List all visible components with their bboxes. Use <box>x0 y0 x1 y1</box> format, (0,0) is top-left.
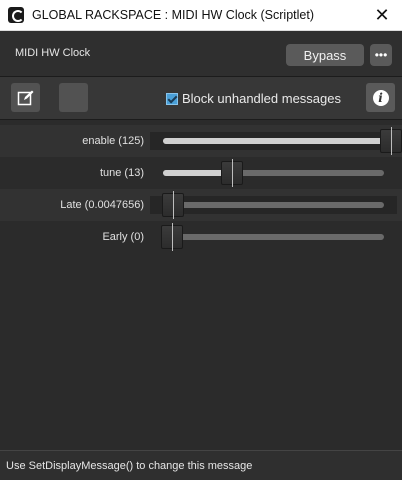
slider-thumb[interactable] <box>162 191 185 219</box>
parameter-list: enable (125) tune (13) Late (0.0047656) … <box>0 125 402 253</box>
checkbox-label: Block unhandled messages <box>182 91 341 106</box>
info-icon: i <box>372 89 389 106</box>
param-label: enable (125) <box>82 135 144 147</box>
param-slider[interactable] <box>163 159 384 187</box>
param-slider[interactable] <box>163 127 402 155</box>
app-icon <box>8 7 24 23</box>
title-bar: GLOBAL RACKSPACE : MIDI HW Clock (Script… <box>0 0 402 31</box>
edit-icon <box>17 90 33 105</box>
slider-thumb[interactable] <box>221 159 244 187</box>
status-message: Use SetDisplayMessage() to change this m… <box>6 460 253 472</box>
status-bar: Use SetDisplayMessage() to change this m… <box>0 450 402 480</box>
param-slider[interactable] <box>161 223 384 251</box>
slider-thumb[interactable] <box>379 127 402 155</box>
bypass-button[interactable]: Bypass <box>286 44 364 66</box>
param-row: tune (13) <box>0 157 402 189</box>
window-title: GLOBAL RACKSPACE : MIDI HW Clock (Script… <box>32 8 314 22</box>
close-button[interactable]: ✕ <box>362 0 402 31</box>
slider-fill <box>163 138 391 144</box>
edit-button[interactable] <box>11 83 40 112</box>
param-row: enable (125) <box>0 125 402 157</box>
param-label: Early (0) <box>102 231 144 243</box>
checkbox-checked-icon[interactable] <box>166 92 178 105</box>
info-button[interactable]: i <box>366 83 395 112</box>
toolbar: Block unhandled messages i <box>0 77 402 120</box>
param-slider[interactable] <box>162 191 384 219</box>
param-label: Late (0.0047656) <box>60 199 144 211</box>
param-label: tune (13) <box>99 167 144 179</box>
plugin-header: MIDI HW Clock Bypass ••• <box>0 31 402 77</box>
block-unhandled-checkbox[interactable]: Block unhandled messages <box>166 91 341 106</box>
param-row: Late (0.0047656) <box>0 189 402 221</box>
blank-button[interactable] <box>59 83 88 112</box>
slider-thumb[interactable] <box>161 223 183 251</box>
plugin-name: MIDI HW Clock <box>15 47 91 59</box>
more-options-button[interactable]: ••• <box>370 44 392 66</box>
close-icon: ✕ <box>374 5 390 25</box>
param-row: Early (0) <box>0 221 402 253</box>
